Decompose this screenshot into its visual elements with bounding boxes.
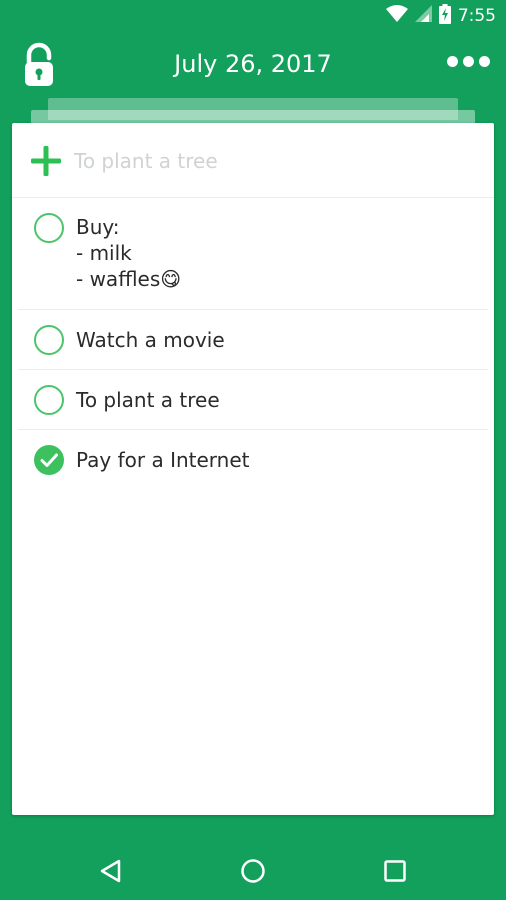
task-checkbox[interactable] [34,325,64,355]
clock-time: 7:55 [457,6,496,26]
page-title: July 26, 2017 [174,50,332,78]
task-item[interactable]: To plant a tree [18,370,488,430]
task-card: Buy: - milk - waffles😋 Watch a movie To … [12,123,494,815]
wifi-icon [385,5,408,27]
app-header: July 26, 2017 [0,32,506,98]
dot [479,56,490,67]
task-checkbox[interactable] [34,385,64,415]
add-task-row [12,123,494,198]
task-text: Buy: - milk - waffles😋 [76,215,182,291]
status-bar: 7:55 [0,0,506,32]
status-icons: 7:55 [385,3,496,29]
home-icon[interactable] [240,858,266,884]
add-task-input[interactable] [74,143,474,179]
task-item[interactable]: Buy: - milk - waffles😋 [18,198,488,310]
battery-charging-icon [438,3,451,29]
checkmark-icon[interactable] [34,445,64,475]
task-checkbox[interactable] [34,213,64,243]
more-options-icon[interactable] [447,56,490,67]
task-item[interactable]: Pay for a Internet [18,430,488,489]
dot [447,56,458,67]
task-text: Pay for a Internet [76,448,250,472]
task-text: Watch a movie [76,328,225,352]
back-icon[interactable] [98,858,124,884]
task-text: To plant a tree [76,388,220,412]
recents-icon[interactable] [382,858,408,884]
plus-icon[interactable] [31,146,61,176]
stacked-card-middle [31,110,475,124]
cellular-signal-icon [414,5,432,27]
navigation-bar [0,840,506,900]
task-item[interactable]: Watch a movie [18,310,488,370]
dot [463,56,474,67]
